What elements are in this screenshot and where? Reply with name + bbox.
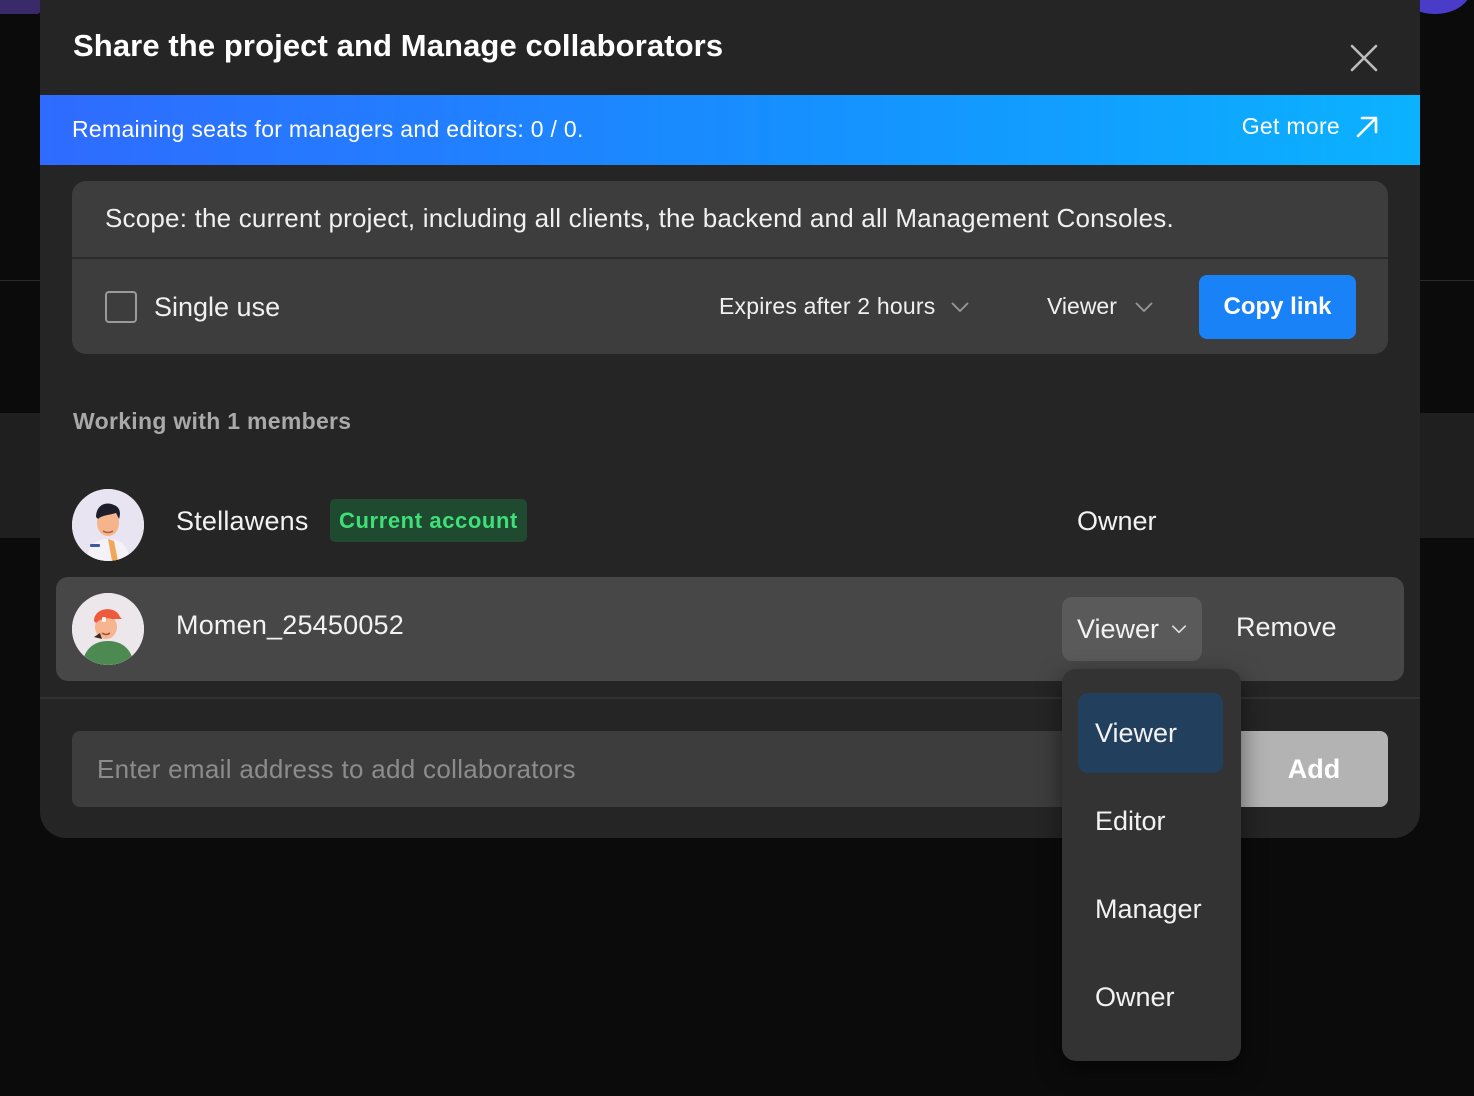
chevron-down-icon <box>951 301 970 312</box>
role-option-editor[interactable]: Editor <box>1078 781 1223 861</box>
expiry-value: Expires after 2 hours <box>719 293 936 319</box>
email-input[interactable] <box>72 731 1152 807</box>
role-option-manager[interactable]: Manager <box>1078 869 1223 949</box>
members-heading: Working with 1 members <box>73 408 352 434</box>
member-role-dropdown[interactable]: Viewer <box>1062 597 1202 661</box>
role-option-owner[interactable]: Owner <box>1078 957 1223 1037</box>
share-link-panel: Scope: the current project, including al… <box>72 181 1388 354</box>
single-use-label: Single use <box>154 291 281 322</box>
get-more-link[interactable]: Get more <box>1242 113 1380 140</box>
member-role: Owner <box>1077 506 1157 536</box>
expiry-select[interactable]: Expires after 2 hours <box>719 293 970 320</box>
member-name: Momen_25450052 <box>176 610 404 640</box>
seat-remaining-text: Remaining seats for managers and editors… <box>72 116 584 142</box>
link-role-value: Viewer <box>1047 293 1117 319</box>
dialog-title: Share the project and Manage collaborato… <box>73 28 724 63</box>
avatar <box>72 489 144 561</box>
member-role-value: Viewer <box>1076 613 1160 644</box>
panel-divider <box>72 257 1388 259</box>
avatar <box>72 593 144 665</box>
single-use-toggle[interactable]: Single use <box>105 291 280 323</box>
chevron-down-icon <box>1135 301 1153 312</box>
remove-member-button[interactable]: Remove <box>1236 612 1337 643</box>
member-name: Stellawens <box>176 506 309 536</box>
close-button[interactable] <box>1346 40 1382 76</box>
current-account-badge: Current account <box>330 499 527 542</box>
member-row: Momen_25450052 Viewer Remove <box>56 577 1404 681</box>
add-collaborator-button[interactable]: Add <box>1240 731 1388 807</box>
get-more-label: Get more <box>1241 113 1340 139</box>
chevron-down-icon <box>1171 625 1187 634</box>
background-corner-left <box>0 0 42 14</box>
scope-description: Scope: the current project, including al… <box>105 203 1174 233</box>
seat-banner: Remaining seats for managers and editors… <box>40 95 1420 165</box>
role-dropdown-menu: Viewer Editor Manager Owner <box>1062 669 1241 1061</box>
role-option-viewer[interactable]: Viewer <box>1078 693 1223 773</box>
copy-link-button[interactable]: Copy link <box>1199 275 1356 339</box>
avatar-man-dark-hair-icon <box>72 489 144 561</box>
link-role-select[interactable]: Viewer <box>1047 293 1153 320</box>
avatar-man-orange-cap-icon <box>72 593 144 665</box>
external-arrow-icon <box>1356 116 1378 137</box>
close-icon <box>1350 44 1378 72</box>
member-row: Stellawens Current account Owner <box>56 473 1404 577</box>
single-use-checkbox[interactable] <box>105 291 137 323</box>
